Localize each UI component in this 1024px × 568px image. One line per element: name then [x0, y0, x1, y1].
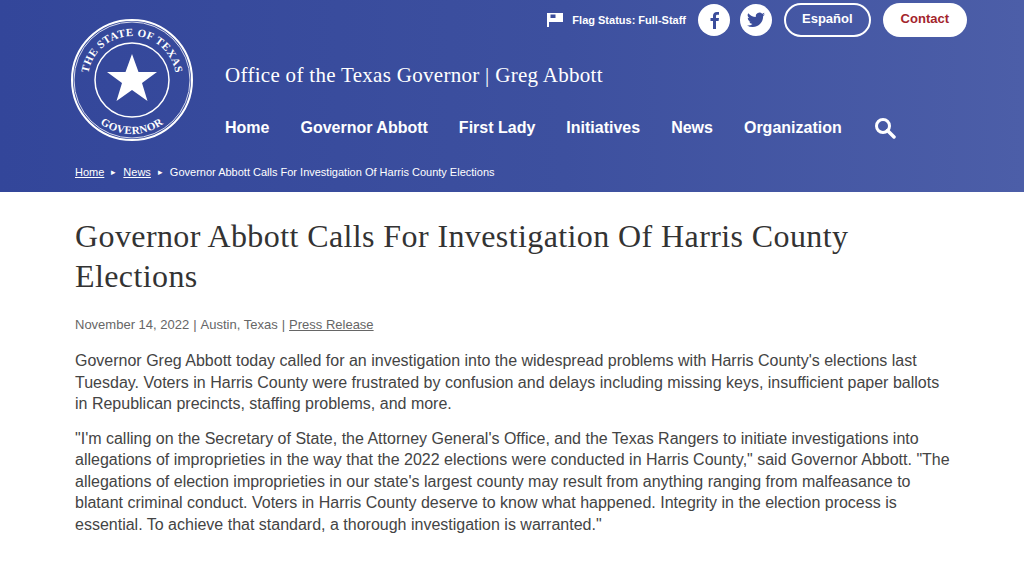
- meta-separator: |: [282, 316, 285, 334]
- twitter-link[interactable]: [740, 4, 772, 36]
- nav-item[interactable]: Home: [225, 116, 269, 140]
- article-place: Austin, Texas: [201, 316, 278, 334]
- nav-item[interactable]: Organization: [744, 116, 842, 140]
- breadcrumb-separator-icon: ▸: [158, 164, 163, 180]
- meta-separator: |: [193, 316, 196, 334]
- flag-status[interactable]: Flag Status: Full-Staff: [546, 12, 686, 28]
- breadcrumb-item[interactable]: Home: [75, 164, 104, 180]
- breadcrumb: Home ▸ News ▸ Governor Abbott Calls For Inve…: [0, 142, 1024, 192]
- facebook-icon: [707, 11, 721, 29]
- seal-top-text: THE STATE OF TEXAS: [79, 26, 186, 74]
- article-paragraph: "I'm calling on the Secretary of State, …: [75, 428, 953, 536]
- page: THE STATE OF TEXAS GOVERNOR Flag Status: F…: [0, 0, 1024, 568]
- article-title: Governor Abbott Calls For Investigation …: [75, 216, 855, 296]
- article-category-link[interactable]: Press Release: [289, 316, 374, 334]
- contact-button[interactable]: Contact: [883, 3, 967, 37]
- flag-status-text: Flag Status: Full-Staff: [572, 14, 686, 26]
- nav-item[interactable]: News: [671, 116, 713, 140]
- language-button[interactable]: Español: [784, 3, 871, 37]
- twitter-icon: [747, 12, 765, 28]
- article-paragraph: Governor Greg Abbott today called for an…: [75, 350, 953, 415]
- breadcrumb-item: Governor Abbott Calls For Investigation …: [170, 164, 495, 180]
- flag-icon: [546, 12, 564, 28]
- site-title[interactable]: Office of the Texas Governor | Greg Abbo…: [225, 60, 1024, 90]
- article-meta: November 14, 2022|Austin, Texas|Press Re…: [75, 316, 953, 334]
- article: Governor Abbott Calls For Investigation …: [0, 192, 1024, 535]
- seal-bottom-text: GOVERNOR: [99, 115, 166, 136]
- breadcrumb-item[interactable]: News: [123, 164, 151, 180]
- article-date: November 14, 2022: [75, 316, 189, 334]
- site-header: THE STATE OF TEXAS GOVERNOR Flag Status: F…: [0, 0, 1024, 192]
- search-icon[interactable]: [874, 117, 896, 139]
- nav-item[interactable]: First Lady: [459, 116, 535, 140]
- social-links: [698, 4, 772, 36]
- facebook-link[interactable]: [698, 4, 730, 36]
- nav-item[interactable]: Governor Abbott: [300, 116, 427, 140]
- texas-seal-icon[interactable]: THE STATE OF TEXAS GOVERNOR: [70, 18, 194, 142]
- top-bar: Flag Status: Full-Staff Español Contact: [225, 0, 1024, 38]
- main-nav: Home Governor Abbott First Lady Initiatives…: [225, 116, 1024, 140]
- breadcrumb-separator-icon: ▸: [111, 164, 116, 180]
- nav-item[interactable]: Initiatives: [566, 116, 640, 140]
